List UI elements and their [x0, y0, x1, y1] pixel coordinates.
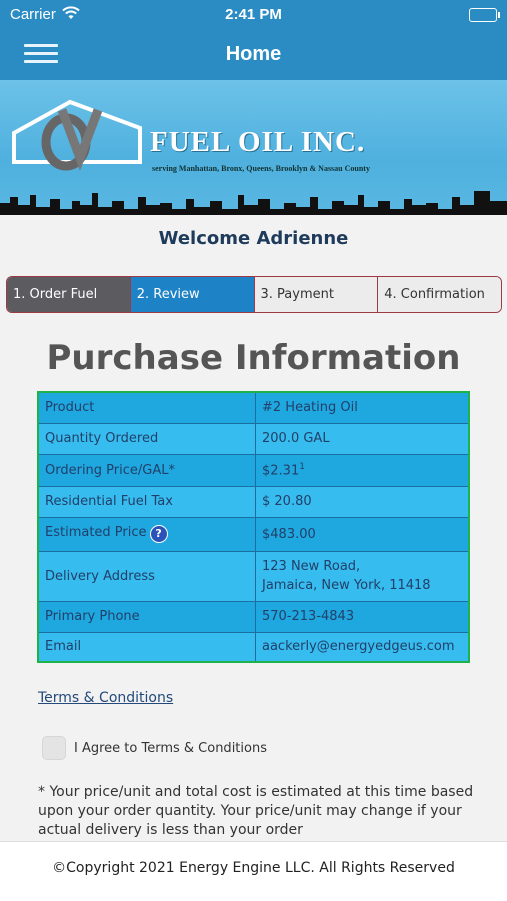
table-row: Email aackerly@energyedgeus.com	[37, 631, 470, 663]
address-line2: Jamaica, New York, 11418	[262, 578, 431, 593]
product-value: #2 Heating Oil	[255, 391, 470, 424]
product-label: Product	[37, 391, 256, 424]
price-footnote: 1	[299, 461, 305, 472]
price-value: $2.31	[262, 463, 300, 479]
step-order-fuel[interactable]: 1. Order Fuel	[7, 277, 130, 312]
nav-bar: Home	[0, 30, 507, 80]
table-row: Ordering Price/GAL* $2.311	[37, 453, 470, 487]
table-row: Estimated Price? $483.00	[37, 516, 470, 552]
company-logo-icon	[12, 99, 142, 171]
table-row: Quantity Ordered 200.0 GAL	[37, 422, 470, 455]
address-label: Delivery Address	[37, 550, 256, 602]
price-disclaimer: * Your price/unit and total cost is esti…	[38, 784, 474, 838]
price-label: Ordering Price/GAL*	[37, 453, 256, 487]
company-banner: FUEL OIL INC. serving Manhattan, Bronx, …	[0, 80, 507, 215]
estimate-label: Estimated Price	[45, 525, 147, 540]
agree-row: I Agree to Terms & Conditions	[42, 736, 267, 760]
table-row: Product #2 Heating Oil	[37, 391, 470, 424]
phone-value: 570-213-4843	[255, 600, 470, 633]
agree-label: I Agree to Terms & Conditions	[74, 740, 267, 756]
tax-label: Residential Fuel Tax	[37, 485, 256, 518]
company-name: FUEL OIL INC.	[150, 126, 366, 158]
welcome-message: Welcome Adrienne	[158, 228, 349, 249]
purchase-table: Product #2 Heating Oil Quantity Ordered …	[37, 391, 470, 663]
quantity-value: 200.0 GAL	[255, 422, 470, 455]
address-line1: 123 New Road,	[262, 559, 361, 574]
menu-icon[interactable]	[24, 40, 58, 68]
clock: 2:41 PM	[225, 6, 282, 23]
footer: ©Copyright 2021 Energy Engine LLC. All R…	[0, 841, 507, 901]
quantity-label: Quantity Ordered	[37, 422, 256, 455]
table-row: Residential Fuel Tax $ 20.80	[37, 485, 470, 518]
email-label: Email	[37, 631, 256, 663]
agree-checkbox[interactable]	[42, 736, 66, 760]
price-cell: $2.311	[255, 453, 470, 487]
battery-icon	[469, 8, 500, 22]
help-icon[interactable]: ?	[149, 525, 168, 543]
terms-link[interactable]: Terms & Conditions	[38, 690, 173, 706]
estimate-label-cell: Estimated Price?	[37, 516, 256, 552]
address-cell: 123 New Road, Jamaica, New York, 11418	[255, 550, 470, 602]
step-payment[interactable]: 3. Payment	[253, 277, 378, 312]
table-row: Primary Phone 570-213-4843	[37, 600, 470, 633]
page-title: Home	[225, 43, 282, 65]
copyright-text: ©Copyright 2021 Energy Engine LLC. All R…	[52, 860, 455, 876]
phone-label: Primary Phone	[37, 600, 256, 633]
table-row: Delivery Address 123 New Road, Jamaica, N…	[37, 550, 470, 602]
email-value: aackerly@energyedgeus.com	[255, 631, 470, 663]
company-tagline: serving Manhattan, Bronx, Queens, Brookl…	[152, 164, 370, 173]
estimate-value: $483.00	[255, 516, 470, 552]
step-confirmation[interactable]: 4. Confirmation	[377, 277, 501, 312]
city-skyline-icon	[0, 191, 507, 215]
status-bar: Carrier 2:41 PM	[0, 0, 507, 30]
purchase-heading: Purchase Information	[46, 338, 461, 378]
order-steps: 1. Order Fuel 2. Review 3. Payment 4. Co…	[6, 276, 502, 313]
step-review[interactable]: 2. Review	[129, 277, 254, 312]
tax-value: $ 20.80	[255, 485, 470, 518]
